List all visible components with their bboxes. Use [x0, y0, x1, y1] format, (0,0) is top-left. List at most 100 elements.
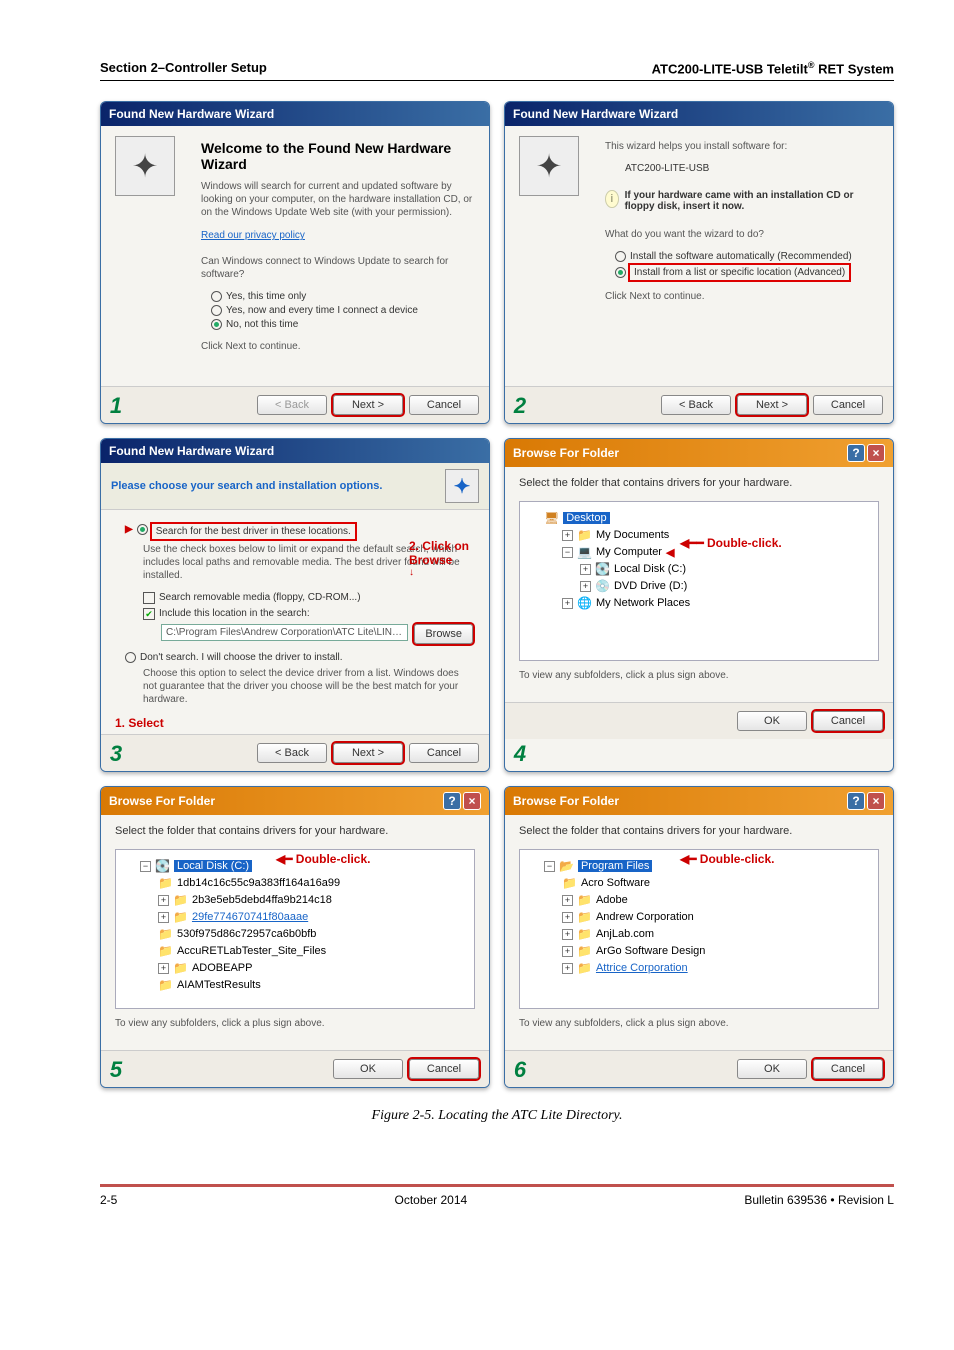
tree-item[interactable]: 2b3e5eb5debd4ffa9b214c18	[192, 894, 332, 906]
tree-item[interactable]: AnjLab.com	[596, 928, 654, 940]
dont-search-desc: Choose this option to select the device …	[143, 667, 473, 706]
collapse-icon[interactable]: −	[140, 861, 151, 872]
titlebar: Found New Hardware Wizard	[101, 439, 489, 463]
cancel-button[interactable]: Cancel	[409, 395, 479, 415]
expand-icon[interactable]: +	[158, 963, 169, 974]
browse-folder-step4-dialog: Browse For Folder ? × Select the folder …	[504, 438, 894, 772]
expand-icon[interactable]: +	[562, 963, 573, 974]
radio-search-best[interactable]	[137, 524, 148, 535]
media-note: If your hardware came with an installati…	[625, 190, 879, 212]
next-button[interactable]: Next >	[333, 395, 403, 415]
folder-tree[interactable]: ◀━━ Double-click. 🖥 Desktop +📁My Documen…	[519, 501, 879, 661]
tree-my-documents[interactable]: My Documents	[596, 529, 669, 541]
tree-item[interactable]: ADOBEAPP	[192, 962, 253, 974]
location-path-input[interactable]: C:\Program Files\Andrew Corporation\ATC …	[161, 624, 408, 641]
tree-my-computer[interactable]: My Computer	[596, 546, 662, 558]
cancel-button[interactable]: Cancel	[813, 395, 883, 415]
close-button[interactable]: ×	[463, 792, 481, 810]
step-number: 6	[509, 1057, 531, 1083]
expand-icon[interactable]: +	[562, 929, 573, 940]
tree-item[interactable]: 1db14c16c55c9a383ff164a16a99	[177, 877, 340, 889]
tree-item[interactable]: ArGo Software Design	[596, 945, 705, 957]
wizard-text: Windows will search for current and upda…	[201, 180, 475, 219]
tree-program-files[interactable]: Program Files	[578, 860, 652, 872]
expand-icon[interactable]: +	[580, 564, 591, 575]
page-footer: 2-5 October 2014 Bulletin 639536 • Revis…	[100, 1184, 894, 1207]
expand-icon[interactable]: +	[562, 912, 573, 923]
next-button[interactable]: Next >	[333, 743, 403, 763]
radio-yes-once[interactable]	[211, 291, 222, 302]
cancel-button[interactable]: Cancel	[409, 1059, 479, 1079]
folder-icon: 📁	[577, 944, 592, 958]
collapse-icon[interactable]: −	[562, 547, 573, 558]
tree-item[interactable]: AIAMTestResults	[177, 979, 261, 991]
expand-icon[interactable]: +	[562, 946, 573, 957]
ok-button[interactable]: OK	[737, 711, 807, 731]
radio-advanced-install[interactable]	[615, 267, 626, 278]
expand-icon[interactable]: +	[562, 895, 573, 906]
tree-item[interactable]: Andrew Corporation	[596, 911, 694, 923]
next-button[interactable]: Next >	[737, 395, 807, 415]
tree-item[interactable]: 29fe774670741f80aaae	[192, 911, 308, 923]
expand-icon[interactable]: +	[562, 530, 573, 541]
help-button[interactable]: ?	[847, 792, 865, 810]
cancel-button[interactable]: Cancel	[813, 711, 883, 731]
wizard-icon: ✦	[115, 136, 175, 196]
tree-item[interactable]: Acro Software	[581, 877, 650, 889]
action-options: Install the software automatically (Reco…	[615, 251, 879, 280]
radio-no[interactable]	[211, 319, 222, 330]
tree-local-disk[interactable]: Local Disk (C:)	[614, 563, 686, 575]
tree-hint: To view any subfolders, click a plus sig…	[519, 1017, 879, 1030]
titlebar: Browse For Folder ? ×	[505, 787, 893, 815]
ok-button[interactable]: OK	[333, 1059, 403, 1079]
wizard-mini-icon: ✦	[445, 469, 479, 503]
titlebar: Found New Hardware Wizard	[101, 102, 489, 126]
folder-tree[interactable]: ◀━ Double-click. −💽Local Disk (C:) 📁1db1…	[115, 849, 475, 1009]
help-button[interactable]: ?	[443, 792, 461, 810]
tree-desktop[interactable]: Desktop	[563, 512, 609, 524]
arrow-icon: ◀	[666, 546, 674, 559]
tree-item[interactable]: 530f975d86c72957ca6b0bfb	[177, 928, 316, 940]
dialog-title: Browse For Folder	[513, 794, 619, 808]
back-button[interactable]: < Back	[661, 395, 731, 415]
titlebar: Browse For Folder ? ×	[505, 439, 893, 467]
tree-local-disk[interactable]: Local Disk (C:)	[174, 860, 252, 872]
network-icon: 🌐	[577, 596, 592, 610]
privacy-link[interactable]: Read our privacy policy	[201, 230, 305, 241]
checkbox-include-location[interactable]: ✔	[143, 608, 155, 620]
expand-icon[interactable]: +	[158, 912, 169, 923]
arrow-icon: ▶	[125, 524, 133, 535]
back-button[interactable]: < Back	[257, 743, 327, 763]
cancel-button[interactable]: Cancel	[409, 743, 479, 763]
expand-icon[interactable]: +	[580, 581, 591, 592]
browse-button[interactable]: Browse	[414, 624, 473, 644]
tree-network-places[interactable]: My Network Places	[596, 597, 690, 609]
help-button[interactable]: ?	[847, 444, 865, 462]
cancel-button[interactable]: Cancel	[813, 1059, 883, 1079]
tree-dvd-drive[interactable]: DVD Drive (D:)	[614, 580, 687, 592]
radio-dont-search[interactable]	[125, 652, 136, 663]
folder-icon: 📁	[562, 876, 577, 890]
tree-item[interactable]: AccuRETLabTester_Site_Files	[177, 945, 326, 957]
step-number: 2	[509, 393, 531, 419]
expand-icon[interactable]: +	[158, 895, 169, 906]
browse-instruction: Select the folder that contains drivers …	[115, 825, 475, 837]
annotation-select: 1. Select	[115, 716, 473, 730]
step-number: 1	[105, 393, 127, 419]
tree-item[interactable]: Attrice Corporation	[596, 962, 688, 974]
radio-yes-always[interactable]	[211, 305, 222, 316]
step-number: 3	[105, 741, 127, 767]
folder-icon: 📁	[577, 910, 592, 924]
tree-item[interactable]: Adobe	[596, 894, 628, 906]
radio-auto-install[interactable]	[615, 251, 626, 262]
checkbox-removable[interactable]	[143, 592, 155, 604]
desktop-icon: 🖥	[544, 511, 559, 525]
close-button[interactable]: ×	[867, 792, 885, 810]
ok-button[interactable]: OK	[737, 1059, 807, 1079]
close-button[interactable]: ×	[867, 444, 885, 462]
expand-icon[interactable]: +	[562, 598, 573, 609]
folder-icon: 📁	[173, 961, 188, 975]
collapse-icon[interactable]: −	[544, 861, 555, 872]
folder-icon: 📁	[577, 528, 592, 542]
folder-tree[interactable]: ◀━ Double-click. −📂Program Files 📁Acro S…	[519, 849, 879, 1009]
